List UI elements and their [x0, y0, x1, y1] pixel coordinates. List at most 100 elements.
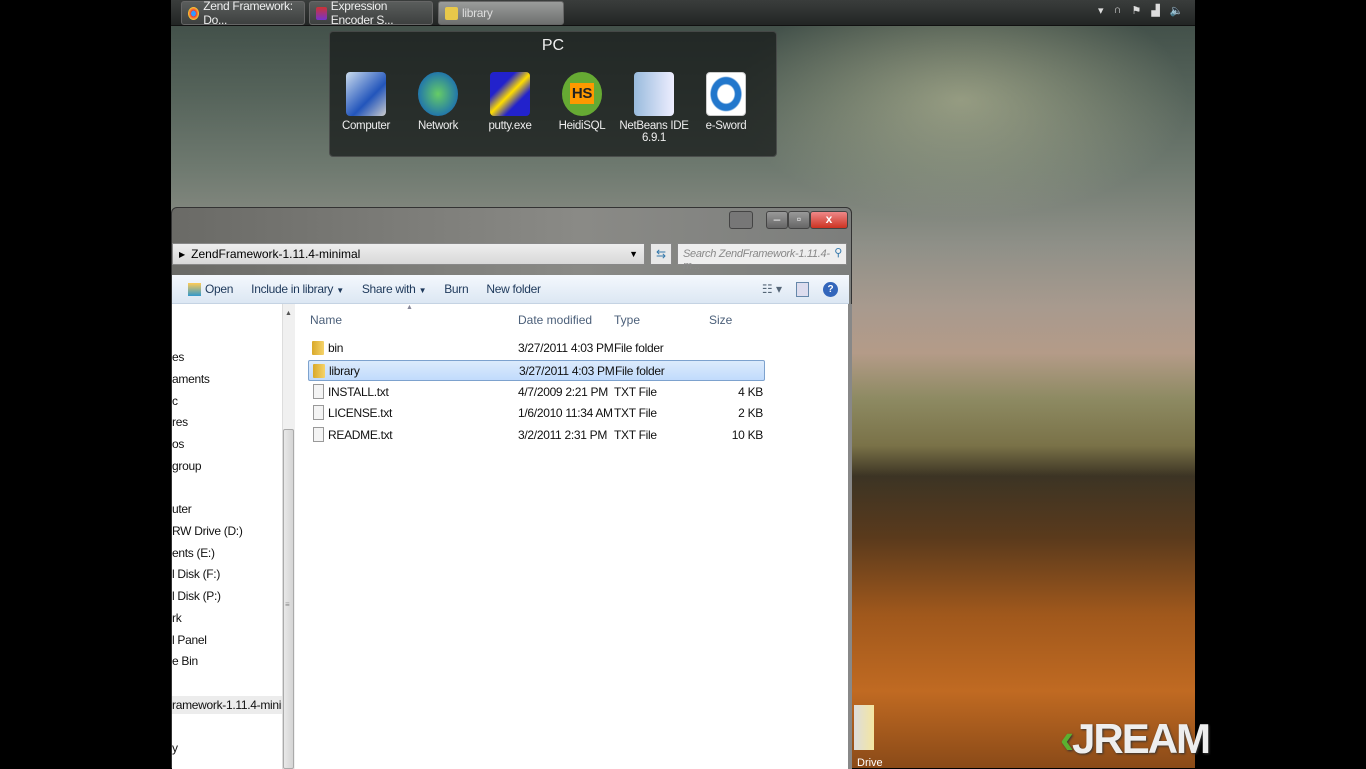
jream-logo: ‹JREAM [1060, 715, 1211, 762]
file-type: File folder [614, 341, 664, 355]
file-row[interactable]: LICENSE.txt 1/6/2010 11:34 AM TXT File 2… [308, 403, 765, 424]
shortcut-e-sword[interactable]: e-Sword [690, 72, 762, 132]
shortcut-putty[interactable]: putty.exe [474, 72, 546, 132]
file-row[interactable]: library 3/27/2011 4:03 PM File folder [308, 359, 765, 381]
shortcut-label: e-Sword [705, 120, 747, 132]
minimize-button[interactable]: – [766, 211, 788, 229]
file-date: 3/27/2011 4:03 PM [519, 363, 615, 378]
file-row[interactable]: README.txt 3/2/2011 2:31 PM TXT File 10 … [308, 425, 765, 446]
file-name: library [329, 363, 360, 378]
expression-encoder-icon [316, 6, 327, 20]
file-date: 4/7/2009 2:21 PM [518, 384, 608, 399]
breadcrumb-folder[interactable]: ZendFramework-1.11.4-minimal [191, 247, 360, 261]
volume-icon[interactable]: 🔈 [1170, 4, 1184, 17]
drive-icon[interactable] [854, 705, 874, 750]
help-icon[interactable]: ? [823, 281, 838, 297]
nav-item[interactable]: ramework-1.11.4-minimal [172, 696, 282, 714]
refresh-button[interactable]: ⇆ [650, 243, 672, 265]
nav-item[interactable]: rk [172, 611, 182, 625]
share-with-button[interactable]: Share with ▼ [353, 282, 435, 296]
preview-pane-icon[interactable] [796, 281, 809, 297]
shortcut-network[interactable]: Network [402, 72, 474, 132]
shortcut-netbeans[interactable]: NetBeans IDE 6.9.1 [618, 72, 690, 144]
file-name: README.txt [328, 428, 393, 443]
sky-glow [731, 20, 1191, 220]
dropdown-arrow-icon: ▼ [336, 286, 344, 295]
new-folder-button[interactable]: New folder [477, 282, 549, 296]
shortcut-computer[interactable]: Computer [330, 72, 402, 132]
headset-icon[interactable]: ∩ [1114, 4, 1122, 17]
file-row[interactable]: bin 3/27/2011 4:03 PM File folder [308, 338, 765, 359]
search-input[interactable]: Search ZendFramework-1.11.4-m... ⚲ [677, 243, 847, 272]
drive-label[interactable]: Drive [857, 757, 883, 768]
column-header-name[interactable]: Name [310, 313, 342, 327]
command-bar: Open Include in library ▼ Share with ▼ B… [172, 275, 849, 304]
heidisql-icon: HS [562, 72, 602, 116]
nav-item[interactable]: res [172, 415, 188, 429]
nav-scrollbar-thumb[interactable]: ≡ [283, 429, 294, 769]
signal-icon[interactable]: ▟ [1151, 4, 1159, 17]
nav-item[interactable]: ents (E:) [172, 546, 215, 560]
view-options-icon[interactable]: ☷ ▾ [762, 282, 782, 296]
file-size: 10 KB [731, 428, 764, 443]
tab-label: library [462, 6, 493, 20]
file-name: INSTALL.txt [328, 384, 389, 399]
nav-item[interactable]: uter [172, 502, 192, 516]
file-name: bin [328, 341, 344, 355]
e-sword-icon [706, 72, 746, 116]
text-file-icon [313, 427, 324, 443]
gadget-title: PC [541, 37, 565, 54]
search-icon: ⚲ [834, 247, 842, 259]
taskbar-tab-expression-encoder[interactable]: Expression Encoder S... [309, 0, 433, 27]
address-bar[interactable]: ▶ ZendFramework-1.11.4-minimal ▼ [172, 243, 645, 265]
shortcut-label: putty.exe [488, 120, 532, 132]
nav-item[interactable]: group [172, 459, 202, 473]
network-icon [418, 72, 458, 116]
snap-button[interactable] [729, 211, 753, 229]
column-header-type[interactable]: Type [614, 313, 640, 327]
nav-item[interactable]: aments [172, 372, 210, 386]
address-dropdown-icon[interactable]: ▼ [629, 249, 638, 259]
nav-item[interactable]: l Disk (P:) [172, 589, 221, 603]
file-type: File folder [615, 363, 665, 378]
nav-item[interactable]: e Bin [172, 654, 198, 668]
show-hidden-icon[interactable]: ▾ [1098, 4, 1104, 17]
shortcut-heidisql[interactable]: HS HeidiSQL [546, 72, 618, 132]
close-button[interactable]: x [810, 211, 848, 229]
nav-item[interactable]: l Disk (F:) [172, 567, 220, 581]
open-icon [188, 282, 201, 296]
include-in-library-button[interactable]: Include in library ▼ [242, 282, 353, 296]
search-placeholder: Search ZendFramework-1.11.4-m... [683, 248, 830, 272]
flag-icon[interactable]: ⚑ [1131, 4, 1141, 17]
tab-label: Zend Framework: Do... [203, 0, 293, 27]
content-area: es aments c res os group uter RW Drive (D:) ents… [172, 304, 849, 769]
folder-icon [313, 363, 325, 378]
burn-button[interactable]: Burn [435, 282, 477, 296]
nav-item[interactable]: RW Drive (D:) [172, 524, 243, 538]
nav-item[interactable]: y [172, 741, 178, 755]
nav-item[interactable]: c [172, 394, 178, 408]
file-row[interactable]: INSTALL.txt 4/7/2009 2:21 PM TXT File 4 … [308, 382, 765, 403]
button-label: Include in library [251, 282, 334, 296]
file-type: TXT File [614, 406, 657, 421]
taskbar-tab-library[interactable]: library [438, 1, 564, 25]
maximize-button[interactable]: ▫ [788, 211, 810, 229]
text-file-icon [313, 405, 324, 421]
file-date: 3/27/2011 4:03 PM [518, 341, 614, 355]
nav-item[interactable]: es [172, 350, 184, 364]
open-button[interactable]: Open [201, 282, 242, 296]
file-size: 2 KB [738, 406, 763, 421]
breadcrumb-arrow-icon: ▶ [179, 249, 186, 259]
column-header-date[interactable]: Date modified [518, 313, 592, 327]
system-tray: ▾ ∩ ⚑ ▟ 🔈 [1098, 4, 1183, 17]
column-header-size[interactable]: Size [709, 313, 732, 327]
taskbar-tab-zend[interactable]: Zend Framework: Do... [181, 0, 305, 27]
nav-item[interactable]: l Panel [172, 633, 207, 647]
file-name: LICENSE.txt [328, 406, 393, 421]
navigation-pane: es aments c res os group uter RW Drive (D:) ents… [172, 304, 282, 769]
nav-item[interactable]: os [172, 437, 184, 451]
shortcut-label: NetBeans IDE 6.9.1 [619, 120, 689, 144]
dropdown-arrow-icon: ▼ [418, 286, 427, 295]
desktop-gadget-pc: PC Computer Network putty.exe HS HeidiSQL… [329, 31, 777, 157]
file-type: TXT File [614, 384, 657, 399]
